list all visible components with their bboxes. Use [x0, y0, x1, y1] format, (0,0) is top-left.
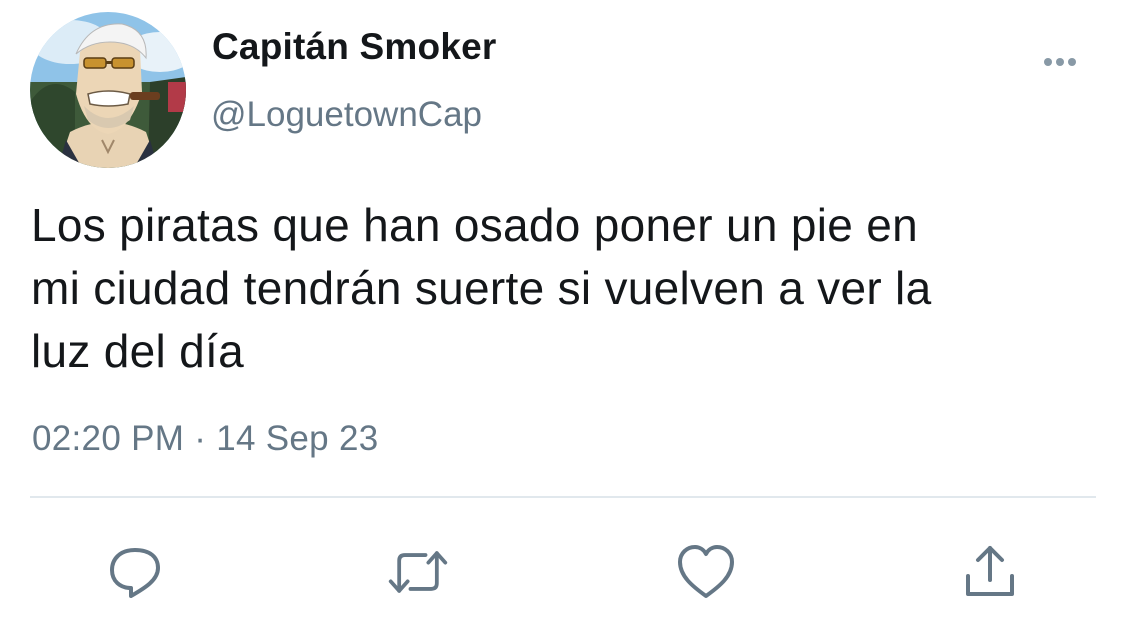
reply-icon [110, 548, 160, 598]
retweet-icon [388, 551, 448, 593]
reply-button[interactable] [103, 540, 167, 604]
divider [30, 496, 1096, 498]
tweet-card: Capitán Smoker @LoguetownCap Los piratas… [0, 0, 1125, 628]
meta-separator: · [194, 419, 207, 458]
tweet-timestamp[interactable]: 02:20 PM · 14 Sep 23 [32, 419, 378, 459]
tweet-date: 14 Sep 23 [216, 419, 379, 458]
tweet-text: Los piratas que han osado poner un pie e… [31, 194, 1101, 383]
tweet-text-line: luz del día [31, 325, 244, 377]
share-button[interactable] [958, 540, 1022, 604]
user-handle[interactable]: @LoguetownCap [211, 95, 482, 135]
avatar[interactable] [30, 12, 186, 168]
display-name[interactable]: Capitán Smoker [212, 26, 497, 68]
share-icon [966, 546, 1014, 596]
more-icon [1044, 58, 1076, 66]
tweet-text-line: mi ciudad tendrán suerte si vuelven a ve… [31, 262, 932, 314]
retweet-button[interactable] [386, 540, 450, 604]
avatar-image [30, 12, 186, 168]
tweet-time: 02:20 PM [32, 419, 185, 458]
tweet-text-line: Los piratas que han osado poner un pie e… [31, 199, 918, 251]
heart-icon [678, 545, 734, 598]
more-options-button[interactable] [1036, 44, 1084, 80]
like-button[interactable] [674, 540, 738, 604]
